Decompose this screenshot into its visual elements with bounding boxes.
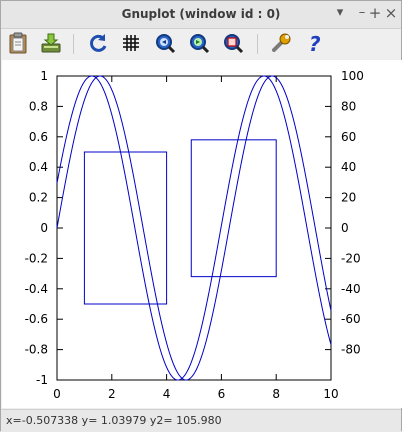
export-icon [41, 33, 61, 53]
status-bar: x=-0.507338 y= 1.03979 y2= 105.980 [1, 409, 401, 432]
next-zoom-button[interactable] [187, 31, 211, 55]
toolbar-separator [73, 34, 74, 54]
y-tick-label: 1 [40, 69, 48, 83]
help-button[interactable]: ? [303, 31, 327, 55]
x-tick-label: 10 [323, 387, 338, 401]
zoom-previous-icon [156, 34, 176, 54]
y2-tick-label: -80 [341, 343, 361, 357]
y-tick-label: -0.4 [25, 282, 48, 296]
series-line-1 [56, 75, 332, 381]
toggle-grid-button[interactable] [119, 31, 143, 55]
plot-border [56, 75, 332, 381]
svg-text:?: ? [309, 32, 321, 55]
plot-canvas[interactable]: 0 2 4 6 8 10 -1 -0.8 -0.6 -0.4 -0.2 0 0.2 0.4 0.6 0.8 1 -… [2, 60, 402, 408]
y2-tick-label: -20 [341, 251, 361, 265]
y2-tick-label: 80 [341, 99, 356, 113]
previous-zoom-button[interactable] [153, 31, 177, 55]
autoscale-icon [224, 34, 244, 54]
replot-button[interactable] [86, 31, 110, 55]
y-tick-label: 0.2 [29, 191, 48, 205]
export-button[interactable] [39, 31, 63, 55]
zoom-next-icon [190, 34, 210, 54]
y2-tick-label: 40 [341, 160, 356, 174]
y2-tick-label: -40 [341, 282, 361, 296]
y-tick-label: -0.6 [25, 312, 48, 326]
toolbar: ? [1, 29, 401, 59]
toolbar-separator [257, 34, 258, 54]
help-icon: ? [309, 32, 321, 55]
clipboard-icon [9, 32, 27, 54]
settings-button[interactable] [269, 31, 293, 55]
y-tick-label: 0 [40, 221, 48, 235]
grid-icon [123, 35, 139, 51]
y2-tick-label: 20 [341, 191, 356, 205]
x-tick-label: 8 [272, 387, 280, 401]
y2-tick-label: 100 [341, 69, 364, 83]
y-tick-label: -1 [36, 373, 48, 387]
x-tick-label: 2 [108, 387, 116, 401]
y2-tick-label: 0 [341, 221, 349, 235]
x-tick-label: 0 [53, 387, 61, 401]
y-tick-label: -0.2 [25, 251, 48, 265]
cursor-coordinates: x=-0.507338 y= 1.03979 y2= 105.980 [6, 414, 222, 427]
window-menu-button[interactable]: ▾ [331, 4, 349, 22]
copy-to-clipboard-button[interactable] [6, 31, 30, 55]
autoscale-button[interactable] [221, 31, 245, 55]
replot-icon [90, 34, 107, 52]
plot-area[interactable]: 0 2 4 6 8 10 -1 -0.8 -0.6 -0.4 -0.2 0 0.2 0.4 0.6 0.8 1 -… [2, 60, 402, 408]
x-tick-label: 6 [218, 387, 226, 401]
series-line-0 [56, 75, 332, 381]
y-tick-label: 0.8 [29, 99, 48, 113]
close-button[interactable]: × [382, 4, 400, 22]
y2-tick-label: 60 [341, 130, 356, 144]
y-tick-label: 0.4 [29, 160, 48, 174]
gnuplot-window: Gnuplot (window id : 0) ▾ – + × ? 0 2 4 … [0, 0, 402, 432]
x-tick-label: 4 [163, 387, 171, 401]
y2-tick-label: -60 [341, 312, 361, 326]
settings-icon [272, 33, 291, 52]
y-tick-label: 0.6 [29, 130, 48, 144]
y-tick-label: -0.8 [25, 343, 48, 357]
title-bar[interactable]: Gnuplot (window id : 0) ▾ – + × [1, 1, 401, 29]
